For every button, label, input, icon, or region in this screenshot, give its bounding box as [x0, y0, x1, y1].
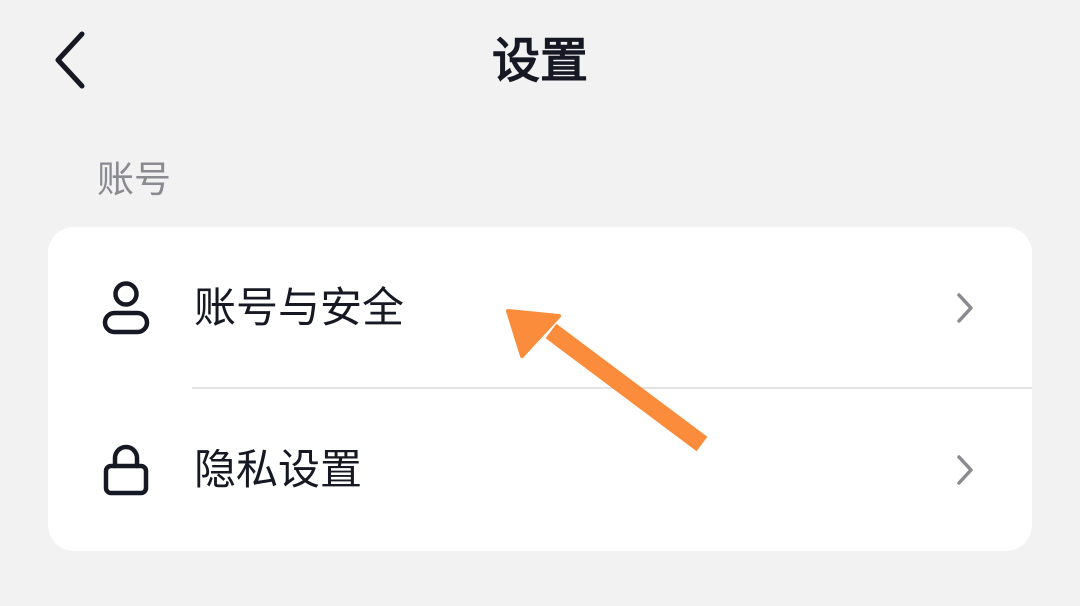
row-label: 隐私设置: [194, 445, 363, 494]
top-nav-bar: 设置: [0, 0, 1080, 124]
row-label: 账号与安全: [194, 283, 405, 332]
settings-row-privacy[interactable]: 隐私设置: [48, 389, 1032, 551]
page-title: 设置: [491, 33, 588, 89]
chevron-right-icon: [948, 450, 982, 490]
section-label-account: 账号: [97, 158, 171, 201]
lock-icon: [100, 442, 152, 498]
user-icon: [100, 280, 152, 336]
settings-row-account-security[interactable]: 账号与安全: [48, 227, 1032, 389]
settings-card-account: 账号与安全 隐私设置: [48, 227, 1032, 551]
chevron-right-icon: [948, 288, 982, 328]
